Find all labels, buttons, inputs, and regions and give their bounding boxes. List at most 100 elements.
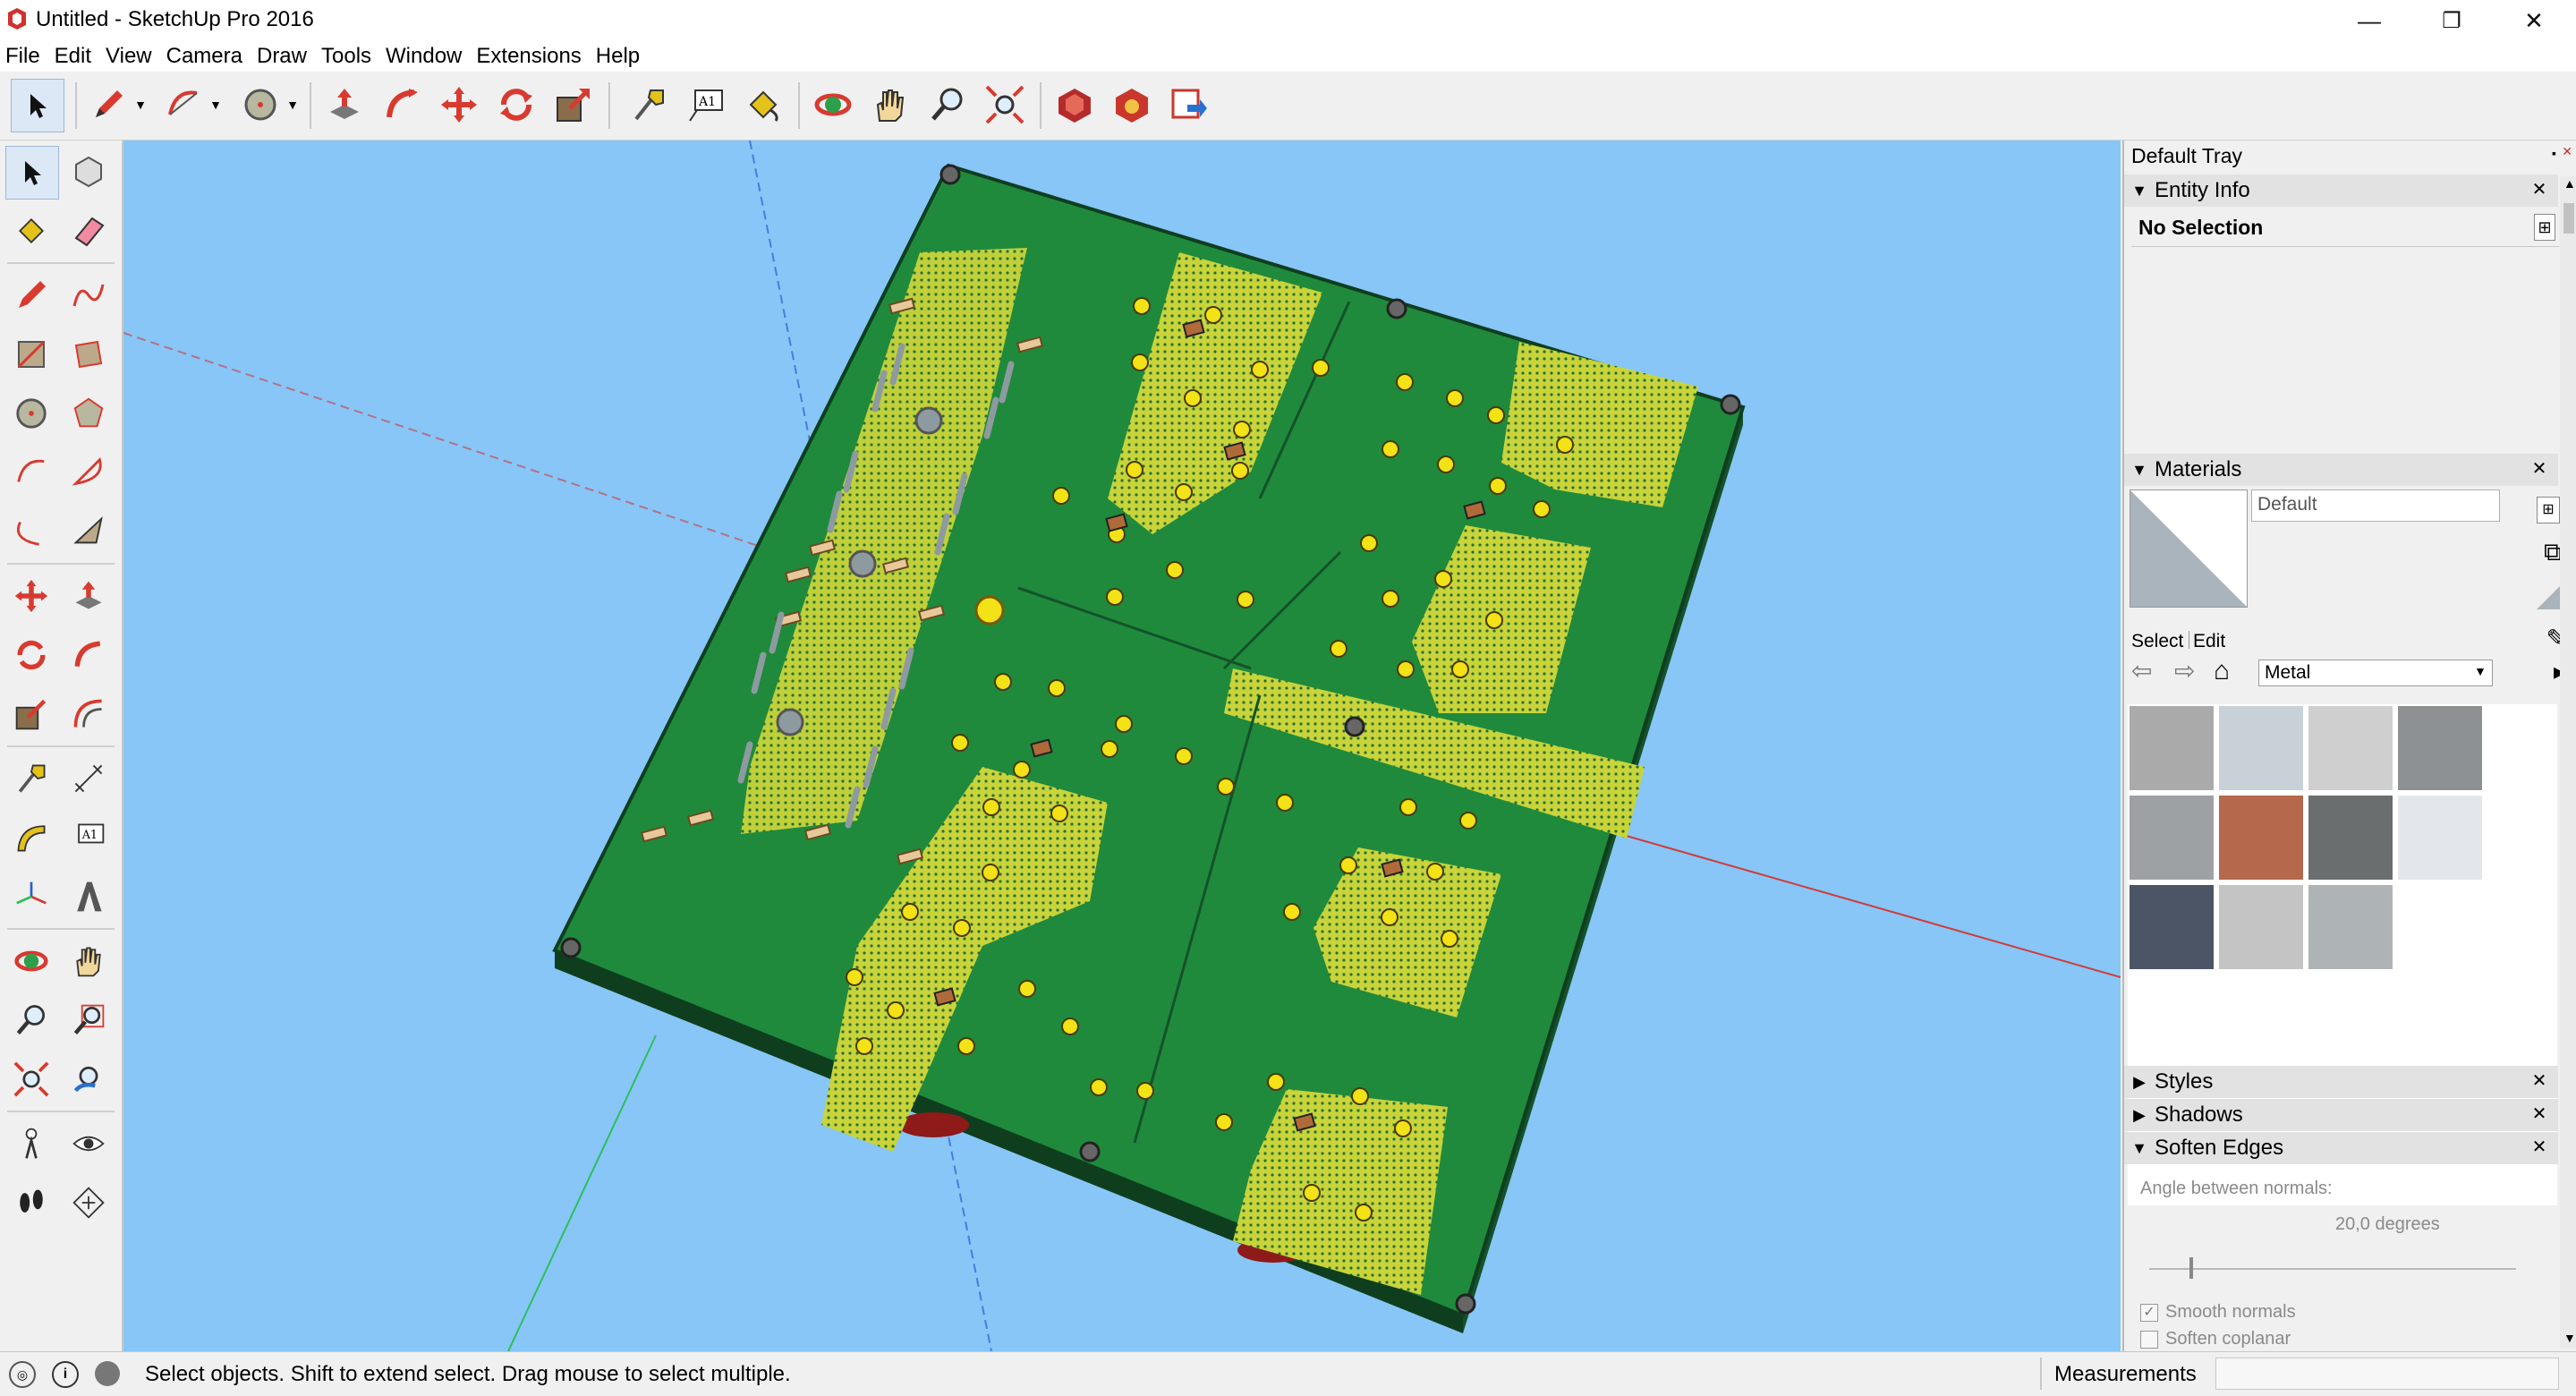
text-tool[interactable]: A1	[63, 812, 115, 864]
forward-arrow-icon[interactable]: ⇨	[2174, 656, 2195, 685]
extension-warehouse-button[interactable]	[1106, 79, 1158, 131]
scroll-thumb[interactable]	[2563, 203, 2574, 234]
menu-extensions[interactable]: Extensions	[476, 44, 581, 69]
rotate-tool[interactable]	[5, 629, 57, 681]
menu-draw[interactable]: Draw	[257, 44, 307, 69]
material-library-select[interactable]: Metal ▼	[2258, 660, 2493, 686]
push-pull-tool-button[interactable]	[319, 79, 370, 131]
three-point-arc-tool[interactable]	[63, 506, 115, 558]
look-around-tool[interactable]	[63, 1118, 115, 1170]
entity-info-close-icon[interactable]: ✕	[2529, 180, 2549, 200]
scroll-up-icon[interactable]: ▲	[2563, 176, 2576, 191]
orbit-tool-button[interactable]	[807, 79, 859, 131]
text-tool-button[interactable]: A1	[680, 79, 732, 131]
material-swatch[interactable]	[2398, 796, 2482, 880]
orbit-tool[interactable]	[5, 935, 57, 987]
rotate-tool-button[interactable]	[490, 79, 542, 131]
menu-file[interactable]: File	[5, 44, 40, 69]
two-point-arc-tool[interactable]	[5, 506, 57, 558]
tray-scrollbar[interactable]: ▲ ▼	[2560, 176, 2576, 1349]
offset-tool[interactable]	[63, 688, 115, 740]
eraser-tool[interactable]	[63, 205, 115, 257]
styles-header[interactable]: ▶ Styles ✕	[2124, 1066, 2558, 1098]
shadows-header[interactable]: ▶ Shadows ✕	[2124, 1099, 2558, 1131]
pie-tool[interactable]	[63, 447, 115, 498]
dimension-tool[interactable]	[63, 753, 115, 804]
scale-tool[interactable]	[5, 688, 57, 740]
polygon-tool[interactable]	[63, 387, 115, 439]
walk-tool[interactable]	[5, 1177, 57, 1229]
slider-thumb[interactable]	[2189, 1257, 2194, 1279]
move-tool[interactable]	[5, 570, 57, 622]
menu-tools[interactable]: Tools	[321, 44, 371, 69]
zoom-tool[interactable]	[5, 994, 57, 1046]
paint-bucket-tool[interactable]	[5, 205, 57, 257]
material-swatch[interactable]	[2130, 885, 2214, 969]
axes-tool[interactable]	[5, 871, 57, 923]
rotated-rectangle-tool[interactable]	[63, 328, 115, 380]
pan-tool-button[interactable]	[864, 79, 916, 131]
shadows-close-icon[interactable]: ✕	[2529, 1104, 2549, 1124]
styles-close-icon[interactable]: ✕	[2529, 1071, 2549, 1091]
rectangle-tool[interactable]	[5, 328, 57, 380]
back-arrow-icon[interactable]: ⇦	[2131, 656, 2152, 685]
push-pull-tool[interactable]	[63, 570, 115, 622]
paint-bucket-tool-button[interactable]	[737, 79, 789, 131]
tray-close-icon[interactable]: ✕	[2562, 144, 2572, 159]
follow-me-tool[interactable]	[63, 629, 115, 681]
make-component-tool[interactable]	[63, 146, 115, 198]
arc-tool[interactable]	[5, 447, 57, 498]
material-swatch[interactable]	[2308, 796, 2393, 880]
close-button[interactable]: ✕	[2493, 0, 2575, 41]
circle-dropdown[interactable]: ▼	[283, 79, 302, 131]
zoom-extents-tool-button[interactable]	[979, 79, 1031, 131]
details-toggle-icon[interactable]: ⊞	[2534, 214, 2555, 241]
angle-slider[interactable]	[2149, 1257, 2516, 1279]
material-swatch[interactable]	[2219, 796, 2303, 880]
protractor-tool[interactable]	[5, 812, 57, 864]
freehand-tool[interactable]	[63, 269, 115, 321]
move-tool-button[interactable]	[433, 79, 485, 131]
restore-button[interactable]: ❐	[2410, 0, 2493, 41]
scale-tool-button[interactable]	[548, 79, 599, 131]
details-toggle-icon[interactable]: ⊞	[2537, 497, 2560, 524]
soften-coplanar-checkbox[interactable]	[2140, 1331, 2158, 1349]
materials-header[interactable]: ▼ Materials ✕	[2124, 454, 2558, 486]
entity-info-header[interactable]: ▼ Entity Info ✕	[2124, 174, 2558, 207]
pencil-dropdown[interactable]: ▼	[131, 79, 150, 131]
menu-edit[interactable]: Edit	[55, 44, 91, 69]
minimize-button[interactable]: —	[2328, 0, 2410, 41]
zoom-tool-button[interactable]	[922, 79, 973, 131]
materials-close-icon[interactable]: ✕	[2529, 459, 2549, 479]
zoom-window-tool[interactable]	[63, 994, 115, 1046]
soften-edges-header[interactable]: ▼ Soften Edges ✕	[2124, 1132, 2558, 1164]
material-swatch[interactable]	[2308, 885, 2393, 969]
material-swatch[interactable]	[2398, 706, 2482, 790]
tape-measure-tool[interactable]	[5, 753, 57, 804]
material-swatch[interactable]	[2130, 796, 2214, 880]
select-tool-button[interactable]	[11, 79, 64, 132]
section-plane-tool[interactable]	[63, 1177, 115, 1229]
arc-dropdown[interactable]: ▼	[206, 79, 225, 131]
measurements-input[interactable]	[2215, 1358, 2559, 1390]
select-tool[interactable]	[5, 146, 59, 200]
menu-camera[interactable]: Camera	[166, 44, 242, 69]
position-camera-tool[interactable]	[5, 1118, 57, 1170]
menu-help[interactable]: Help	[596, 44, 640, 69]
material-swatch[interactable]	[2219, 706, 2303, 790]
send-to-layout-button[interactable]	[1163, 79, 1215, 131]
arc-tool-button[interactable]	[157, 79, 209, 131]
zoom-extents-tool[interactable]	[5, 1053, 57, 1105]
materials-edit-tab[interactable]: Edit	[2189, 631, 2225, 649]
model-viewport[interactable]	[123, 140, 2121, 1351]
3d-warehouse-button[interactable]	[1049, 79, 1101, 131]
3d-text-tool[interactable]	[63, 871, 115, 923]
tray-pin-icon[interactable]: ▪	[2552, 146, 2556, 160]
tape-measure-tool-button[interactable]	[623, 79, 675, 131]
soften-edges-close-icon[interactable]: ✕	[2529, 1137, 2549, 1157]
materials-select-tab[interactable]: Select	[2131, 631, 2183, 652]
pencil-tool-button[interactable]	[82, 79, 134, 131]
geo-location-icon[interactable]: ◎	[9, 1361, 36, 1388]
circle-tool-button[interactable]	[234, 79, 286, 131]
user-account-icon[interactable]	[95, 1361, 120, 1386]
